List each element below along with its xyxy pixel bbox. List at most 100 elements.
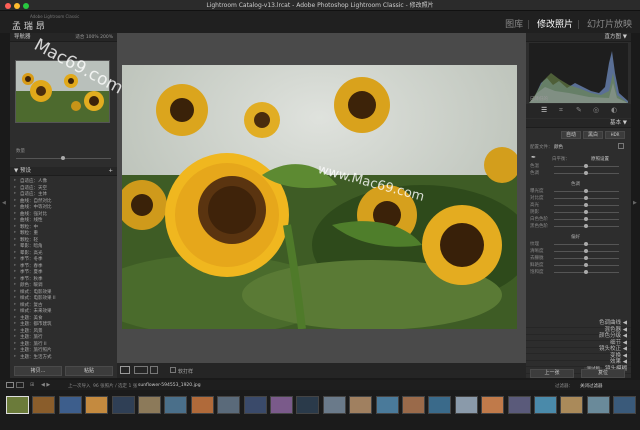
preset-item[interactable]: 主题：风景 (20, 328, 43, 334)
back-arrow-icon[interactable]: ◀ ▶ (41, 382, 50, 388)
adjustment-slider[interactable] (554, 203, 619, 207)
preset-item[interactable]: 颜色：暖调 (20, 282, 43, 288)
preset-item[interactable]: 颗粒：轻 (20, 237, 38, 243)
source-label[interactable]: 上一次导入 (68, 383, 91, 389)
before-after-icon[interactable] (134, 366, 148, 374)
preset-item[interactable]: 样式：电影效果 (20, 289, 52, 295)
filmstrip-thumbnail[interactable] (164, 396, 188, 414)
screen1-icon[interactable] (6, 382, 14, 388)
filmstrip-thumbnail[interactable] (560, 396, 584, 414)
previous-button[interactable]: 上一张 (530, 369, 574, 378)
add-preset-icon[interactable]: + (108, 167, 113, 176)
preset-item[interactable]: 主题：旅行 (20, 334, 43, 340)
preset-item[interactable]: 样式：复古 (20, 302, 43, 308)
filmstrip-thumbnail[interactable] (58, 396, 82, 414)
filmstrip-thumbnail[interactable] (349, 396, 373, 414)
preset-item[interactable]: 曲线：中等对比 (20, 204, 52, 210)
adjustment-slider[interactable] (554, 224, 619, 228)
profile-browser-icon[interactable] (618, 143, 624, 149)
adjustment-slider[interactable] (554, 210, 619, 214)
filmstrip-thumbnail[interactable] (507, 396, 531, 414)
filmstrip-thumbnail[interactable] (534, 396, 557, 414)
adjustment-slider[interactable] (554, 217, 619, 221)
treatment-bw-button[interactable]: 黑白 (583, 131, 603, 139)
preset-item[interactable]: 季节：夏季 (20, 269, 43, 275)
right-panel-toggle-icon[interactable]: ▶ (633, 200, 637, 206)
amount-slider[interactable] (16, 156, 111, 160)
filmstrip-thumbnail[interactable] (586, 396, 610, 414)
red-eye-icon[interactable]: ◎ (593, 106, 599, 114)
adjustment-slider[interactable] (554, 242, 619, 246)
filmstrip-thumbnail[interactable] (32, 396, 56, 414)
adjustment-slider[interactable] (554, 189, 619, 193)
hdr-button[interactable]: HDR (605, 131, 625, 139)
zoom-100[interactable]: 100% (86, 35, 99, 40)
before-after-menu-icon[interactable] (150, 366, 158, 374)
slider-knob[interactable] (584, 249, 588, 253)
filmstrip-thumbnail[interactable] (111, 396, 135, 414)
reset-button[interactable]: 复位 (581, 369, 625, 378)
slider-knob[interactable] (584, 242, 588, 246)
slider-knob[interactable] (584, 270, 588, 274)
filter-value[interactable]: 关闭过滤器 (580, 383, 603, 389)
preset-item[interactable]: 曲线：自然对比 (20, 198, 52, 204)
preset-item[interactable]: 样式：电影效果 II (20, 295, 56, 301)
filmstrip[interactable] (0, 390, 640, 430)
left-panel-toggle-icon[interactable]: ◀ (2, 200, 6, 206)
histogram[interactable] (529, 43, 628, 103)
edit-sliders-icon[interactable]: ☰ (541, 106, 547, 114)
preset-item[interactable]: 主题：旅行 II (20, 341, 47, 347)
preset-item[interactable]: 颗粒：重 (20, 230, 38, 236)
filmstrip-thumbnail[interactable] (270, 396, 293, 414)
slider-knob[interactable] (584, 196, 588, 200)
preset-item[interactable]: 晕影：暗角 (20, 243, 43, 249)
slider-knob[interactable] (584, 189, 588, 193)
filmstrip-thumbnail[interactable] (481, 396, 505, 414)
slider-knob[interactable] (584, 210, 588, 214)
preset-item[interactable]: 自适应：天空 (20, 185, 47, 191)
wb-value[interactable]: 原照设置 (591, 156, 609, 162)
adjustment-slider[interactable] (554, 196, 619, 200)
preset-item[interactable]: 自适应：主体 (20, 191, 47, 197)
paste-button[interactable]: 粘贴 (65, 366, 113, 376)
slider-knob[interactable] (584, 164, 588, 168)
adjustment-slider[interactable] (554, 263, 619, 267)
slider-knob[interactable] (584, 256, 588, 260)
navigator-header[interactable]: 导航器 适合 100% 200% (10, 33, 117, 42)
filmstrip-thumbnail[interactable] (243, 396, 267, 414)
healing-icon[interactable]: ✎ (576, 106, 582, 114)
loupe-view-icon[interactable] (120, 366, 130, 374)
preset-item[interactable]: 主题：生活方式 (20, 354, 52, 360)
slider-knob[interactable] (584, 263, 588, 267)
adjustment-slider[interactable] (554, 171, 619, 175)
softproof-checkbox[interactable] (170, 367, 176, 373)
filmstrip-thumbnail[interactable] (85, 396, 109, 414)
preset-item[interactable]: 主题：美食 (20, 315, 43, 321)
screen2-icon[interactable] (16, 382, 24, 388)
filmstrip-thumbnail[interactable] (190, 396, 214, 414)
filmstrip-thumbnail[interactable] (322, 396, 346, 414)
zoom-fit[interactable]: 适合 (75, 35, 84, 40)
basic-header[interactable]: 基本 ▼ (526, 119, 631, 128)
filmstrip-thumbnail[interactable] (454, 396, 478, 414)
filmstrip-thumbnail[interactable] (138, 396, 161, 414)
profile-value[interactable]: 颜色 (554, 144, 563, 150)
preset-item[interactable]: 曲线：强对比 (20, 211, 47, 217)
main-photo[interactable] (122, 65, 517, 329)
preset-item[interactable]: 季节：秋季 (20, 276, 43, 282)
slider-knob[interactable] (584, 224, 588, 228)
slider-knob[interactable] (584, 203, 588, 207)
masking-icon[interactable]: ◐ (611, 106, 617, 114)
preset-item[interactable]: 样式：未来效果 (20, 308, 52, 314)
preset-item[interactable]: 自适应：人像 (20, 178, 47, 184)
filmstrip-thumbnail[interactable] (296, 396, 320, 414)
filmstrip-thumbnail[interactable] (613, 396, 637, 414)
filmstrip-thumbnail[interactable] (6, 396, 29, 414)
preset-item[interactable]: 主题：都市建筑 (20, 321, 52, 327)
adjustment-slider[interactable] (554, 270, 619, 274)
module-slideshow[interactable]: 幻灯片放映 (587, 20, 632, 30)
amount-slider-knob[interactable] (61, 156, 65, 160)
preset-item[interactable]: 颗粒：中 (20, 224, 38, 230)
grid-icon[interactable]: ⊞ (30, 382, 34, 388)
module-develop[interactable]: 修改照片 (537, 20, 573, 30)
